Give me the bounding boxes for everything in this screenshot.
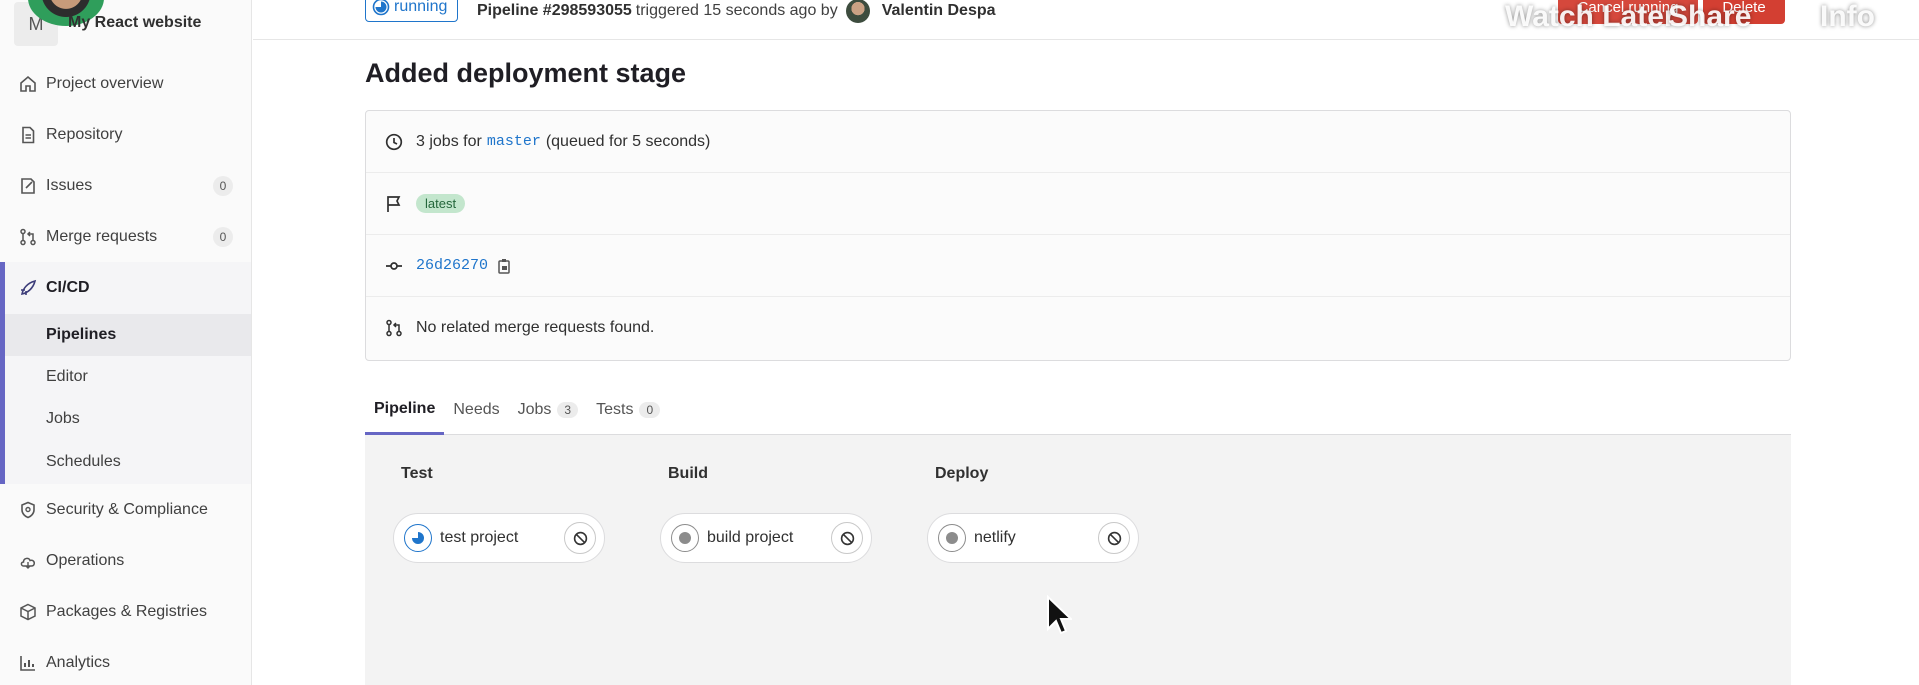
tab-tests[interactable]: Tests 0 [587,385,669,435]
commit-row: 26d26270 [366,235,1790,297]
sidebar-item-issues[interactable]: Issues 0 [0,160,251,211]
sidebar-item-security-compliance[interactable]: Security & Compliance [0,484,251,535]
sidebar-item-label: Packages & Registries [46,602,207,620]
sidebar-item-label: Project overview [46,74,164,92]
project-name[interactable]: My React website [68,14,201,32]
job-name: netlify [974,529,1016,546]
job-name: test project [440,529,519,546]
pipeline-status-badge[interactable]: running [365,0,459,22]
sidebar-item-label: Repository [46,125,123,143]
jobs-row: 3 jobs for master (queued for 5 seconds) [366,111,1790,173]
document-icon [18,125,38,145]
job-name: build project [707,529,794,546]
user-name-link[interactable]: Valentin Despa [882,2,996,20]
sidebar-subitem-pipelines[interactable]: Pipelines [5,314,251,356]
job-netlify[interactable]: netlify [927,513,1139,563]
sidebar-item-label: Issues [46,176,93,194]
sidebar-item-project-overview[interactable]: Project overview [0,58,251,109]
tab-label: Needs [453,401,500,418]
running-status-icon [404,524,432,552]
tests-count-badge: 0 [639,402,661,418]
commit-icon [384,256,404,276]
commit-sha-link[interactable]: 26d26270 [416,257,488,274]
sidebar-item-analytics[interactable]: Analytics [0,637,251,685]
tab-needs[interactable]: Needs [444,385,508,435]
sidebar-item-label: Merge requests [46,227,158,245]
triggered-text: triggered 15 seconds ago by [635,2,838,19]
stage-title-test: Test [401,465,433,482]
tab-pipeline[interactable]: Pipeline [365,385,445,435]
mouse-cursor-icon [1047,595,1072,635]
project-header[interactable]: M My React website [0,0,251,58]
pipeline-info-box: 3 jobs for master (queued for 5 seconds)… [365,110,1791,361]
stage-title-deploy: Deploy [935,465,989,482]
cancel-icon[interactable] [1098,522,1130,554]
merge-request-row: No related merge requests found. [366,297,1790,359]
sidebar-subitem-schedules[interactable]: Schedules [5,440,251,484]
badges-row: latest [366,173,1790,235]
cloud-icon [18,551,38,571]
cancel-icon[interactable] [831,522,863,554]
latest-badge: latest [416,194,466,213]
merge-request-icon [18,227,38,247]
issues-icon [18,176,38,196]
sidebar-item-operations[interactable]: Operations [0,535,251,586]
sidebar-item-repository[interactable]: Repository [0,109,251,160]
user-avatar[interactable] [845,0,870,23]
sidebar-item-label: Analytics [46,653,111,671]
sidebar: M My React website Project overview Repo… [0,0,252,685]
job-build-project[interactable]: build project [660,513,872,563]
page-title: Added deployment stage [365,58,687,88]
sidebar-item-label: Security & Compliance [46,500,208,518]
created-status-icon [938,524,966,552]
home-icon [18,74,38,94]
running-status-icon [372,0,390,16]
pipeline-status-text: running [394,0,448,15]
sidebar-subitem-jobs[interactable]: Jobs [5,398,251,440]
pipeline-meta: Pipeline #298593055 triggered 15 seconds… [477,0,996,23]
chart-icon [18,653,38,673]
jobs-count-badge: 3 [557,402,579,418]
jobs-suffix: (queued for 5 seconds) [545,132,711,150]
pipeline-tabs: Pipeline Needs Jobs 3 Tests 0 [365,385,1791,435]
tab-label: Pipeline [374,399,436,417]
sidebar-item-packages-registries[interactable]: Packages & Registries [0,586,251,637]
tab-label: Tests [596,401,634,418]
merge-requests-count-badge: 0 [213,227,233,247]
tab-label: Jobs [517,401,552,418]
package-icon [18,602,38,622]
branch-link[interactable]: master [487,133,541,150]
created-status-icon [671,524,699,552]
sidebar-item-cicd[interactable]: CI/CD [5,262,251,314]
jobs-prefix: 3 jobs for [416,132,482,150]
copy-icon[interactable] [496,258,512,274]
cancel-icon[interactable] [564,522,596,554]
shield-icon [18,500,38,520]
info-overlay[interactable]: Info [1820,0,1875,34]
sidebar-item-label: Operations [46,551,125,569]
sidebar-item-label: CI/CD [46,279,90,296]
merge-request-icon [384,318,404,338]
watch-later-overlay[interactable]: Watch Later [1505,0,1676,34]
issues-count-badge: 0 [213,176,233,196]
pipeline-header: running Pipeline #298593055 triggered 15… [253,0,1919,40]
sidebar-subitem-editor[interactable]: Editor [5,356,251,398]
flag-icon [384,194,404,214]
main-content: running Pipeline #298593055 triggered 15… [253,0,1919,685]
merge-request-text: No related merge requests found. [416,319,655,336]
clock-icon [384,132,404,152]
pipeline-graph: Test test project Build build project De… [365,435,1791,685]
sidebar-item-merge-requests[interactable]: Merge requests 0 [0,211,251,262]
pipeline-id: Pipeline #298593055 [477,2,632,19]
rocket-icon [18,278,38,298]
stage-title-build: Build [668,465,708,482]
sidebar-group-cicd: CI/CD Pipelines Editor Jobs Schedules [0,262,251,484]
job-test-project[interactable]: test project [393,513,605,563]
share-overlay[interactable]: Share [1668,0,1751,34]
tab-jobs[interactable]: Jobs 3 [509,385,587,435]
